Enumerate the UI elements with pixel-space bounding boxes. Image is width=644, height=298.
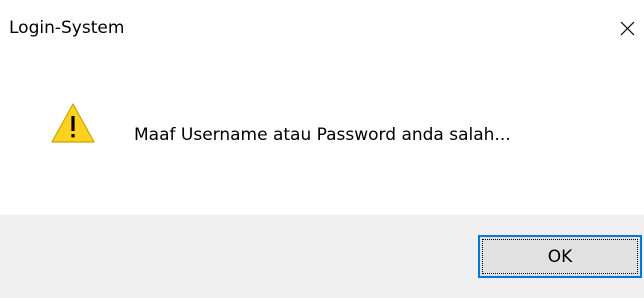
ok-button[interactable]: OK — [478, 235, 642, 278]
window-title: Login-System — [9, 18, 125, 38]
close-icon — [620, 21, 635, 36]
dialog-content: Maaf Username atau Password anda salah..… — [0, 60, 644, 215]
ok-button-label: OK — [547, 246, 573, 267]
close-button[interactable] — [610, 10, 644, 46]
warning-icon — [51, 103, 95, 143]
button-bar: OK — [0, 215, 644, 298]
message-dialog: Login-System Maaf Username atau Password… — [0, 0, 644, 298]
title-bar: Login-System — [0, 0, 644, 60]
message-text: Maaf Username atau Password anda salah..… — [134, 125, 511, 145]
